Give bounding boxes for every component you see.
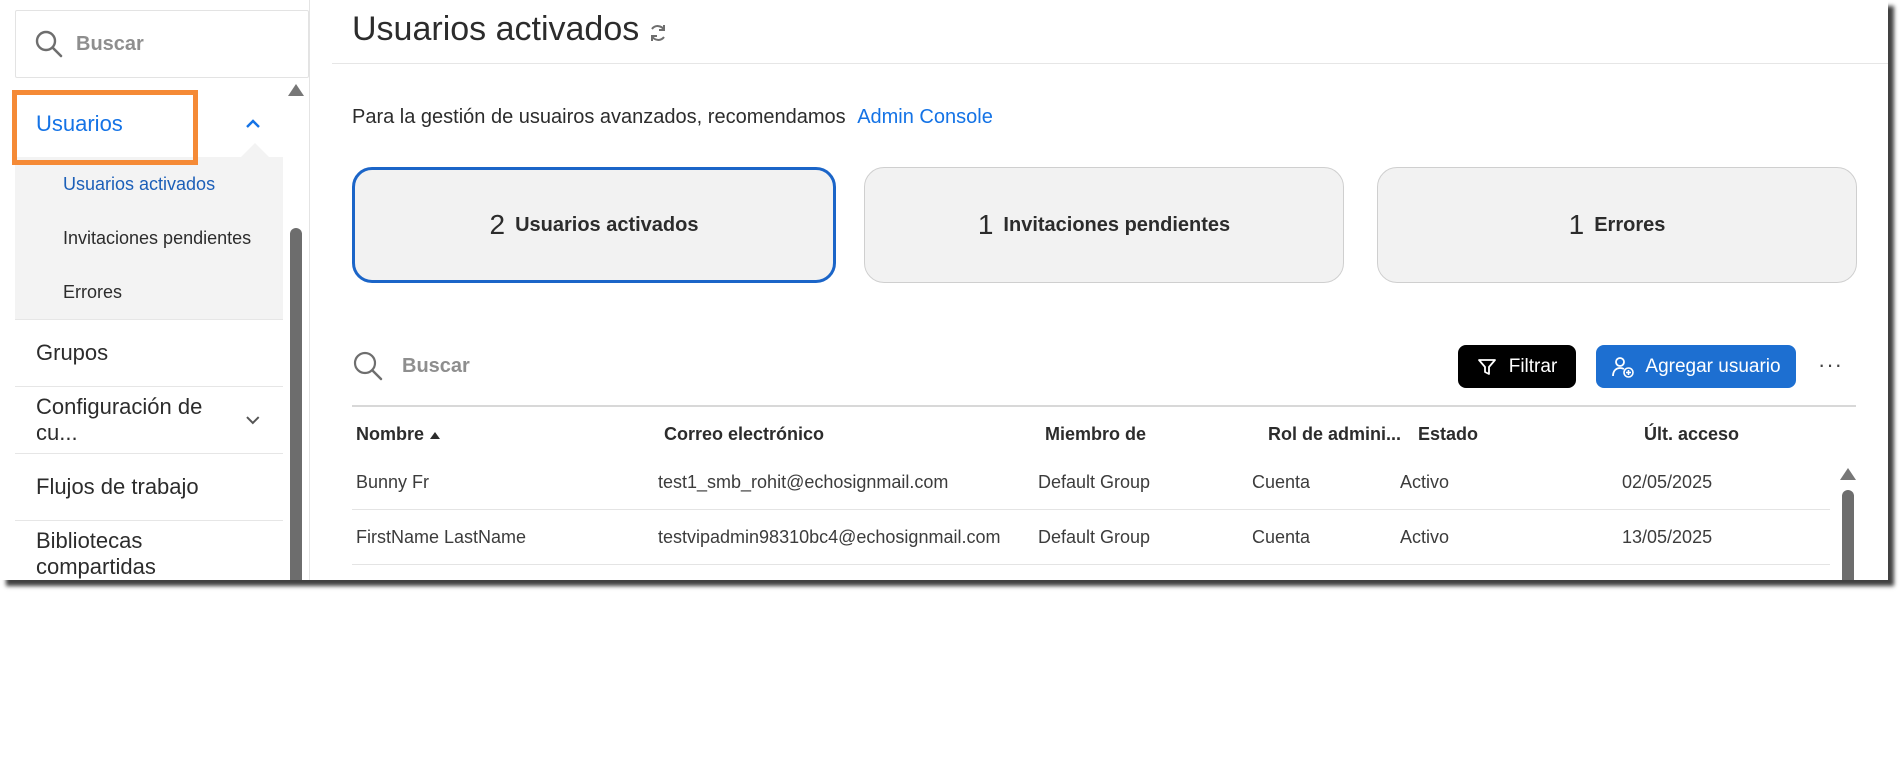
column-header-name[interactable]: Nombre [356, 424, 441, 445]
card-active-users-count: 2 [489, 209, 506, 240]
refresh-icon[interactable] [647, 22, 669, 44]
sort-ascending-icon [430, 431, 441, 439]
app-window: Buscar Usuarios Usuarios activados Invit… [0, 0, 1888, 580]
search-icon [35, 30, 63, 58]
column-header-name-label: Nombre [356, 424, 425, 444]
submenu-notch [241, 143, 269, 157]
filter-icon [1477, 358, 1496, 375]
sidebar-search[interactable]: Buscar [15, 10, 309, 78]
sidebar-item-users-label: Usuarios [36, 110, 123, 136]
cell-status: Activo [1400, 527, 1450, 547]
sidebar-scrollbar[interactable] [290, 228, 302, 580]
card-active-users[interactable]: 2 Usuarios activados [352, 167, 836, 283]
sidebar-nav: Usuarios Usuarios activados Invitaciones… [15, 90, 283, 580]
card-pending-invitations[interactable]: 1 Invitaciones pendientes [864, 167, 1344, 283]
table-search[interactable]: Buscar [352, 350, 470, 382]
page-title: Usuarios activados [352, 10, 640, 48]
sidebar-subitem-pending-invitations[interactable]: Invitaciones pendientes [15, 211, 283, 265]
chevron-down-icon [246, 416, 260, 425]
table-scrollbar[interactable] [1842, 490, 1854, 580]
cell-member-of: Default Group [1038, 527, 1151, 547]
column-header-status[interactable]: Estado [1418, 424, 1478, 445]
filter-button[interactable]: Filtrar [1458, 345, 1576, 388]
sidebar-item-shared-libraries[interactable]: Bibliotecas compartidas [15, 521, 283, 580]
info-text: Para la gestión de usuairos avanzados, r… [352, 106, 846, 128]
cell-name: Bunny Fr [356, 472, 430, 492]
sidebar-subitem-active-users[interactable]: Usuarios activados [15, 157, 283, 211]
column-header-member-of[interactable]: Miembro de [1045, 424, 1146, 445]
card-pending-invitations-label: Invitaciones pendientes [1003, 213, 1231, 236]
cell-email: test1_smb_rohit@echosignmail.com [658, 472, 949, 492]
column-header-last-access[interactable]: Últ. acceso [1644, 424, 1739, 445]
sidebar-item-account-settings[interactable]: Configuración de cu... [15, 387, 283, 454]
sidebar-item-groups[interactable]: Grupos [15, 320, 283, 387]
cell-member-of: Default Group [1038, 472, 1151, 492]
cell-last-access: 13/05/2025 [1622, 527, 1713, 547]
table-header: Nombre Correo electrónico Miembro de Rol… [352, 405, 1856, 455]
sidebar-item-groups-label: Grupos [36, 340, 109, 365]
sidebar-item-shared-libraries-label: Bibliotecas compartidas [36, 528, 156, 579]
card-pending-invitations-count: 1 [977, 209, 994, 240]
cell-last-access: 02/05/2025 [1622, 472, 1713, 492]
admin-console-link[interactable]: Admin Console [857, 106, 993, 128]
sidebar: Buscar Usuarios Usuarios activados Invit… [0, 0, 310, 580]
table-scroll-up-arrow[interactable] [1840, 468, 1856, 480]
users-submenu: Usuarios activados Invitaciones pendient… [15, 143, 283, 320]
column-header-admin-role[interactable]: Rol de admini... [1268, 424, 1401, 445]
sidebar-item-workflows[interactable]: Flujos de trabajo [15, 454, 283, 521]
column-header-email[interactable]: Correo electrónico [664, 424, 824, 445]
cell-name: FirstName LastName [356, 527, 527, 547]
filter-button-label: Filtrar [1508, 355, 1558, 377]
search-icon [353, 351, 383, 381]
main-content: Usuarios activados Para la gestión de us… [332, 0, 1888, 580]
admin-console-info: Para la gestión de usuairos avanzados, r… [352, 106, 993, 129]
sidebar-item-workflows-label: Flujos de trabajo [36, 474, 199, 499]
sidebar-item-account-settings-label: Configuración de cu... [36, 394, 203, 445]
add-user-button-label: Agregar usuario [1645, 355, 1781, 377]
card-active-users-label: Usuarios activados [515, 213, 699, 236]
sidebar-subitem-errors[interactable]: Errores [15, 265, 283, 319]
cell-email: testvipadmin98310bc4@echosignmail.com [658, 527, 1001, 547]
table-row[interactable]: FirstName LastName testvipadmin98310bc4@… [352, 510, 1830, 565]
table-row[interactable]: Bunny Fr test1_smb_rohit@echosignmail.co… [352, 455, 1830, 510]
add-user-button[interactable]: Agregar usuario [1596, 345, 1796, 388]
page-header: Usuarios activados [332, 0, 1888, 64]
table-search-placeholder: Buscar [402, 354, 470, 377]
cell-admin-role: Cuenta [1252, 527, 1311, 547]
cell-status: Activo [1400, 472, 1450, 492]
users-table: Nombre Correo electrónico Miembro de Rol… [352, 405, 1856, 565]
sidebar-search-placeholder: Buscar [76, 32, 144, 55]
card-errors[interactable]: 1 Errores [1377, 167, 1857, 283]
cell-admin-role: Cuenta [1252, 472, 1311, 492]
sidebar-scroll-up-arrow[interactable] [288, 84, 304, 96]
chevron-up-icon [246, 118, 260, 128]
card-errors-count: 1 [1568, 209, 1585, 240]
more-options-button[interactable]: ··· [1818, 352, 1843, 378]
add-user-icon [1612, 356, 1635, 378]
card-errors-label: Errores [1594, 213, 1666, 236]
